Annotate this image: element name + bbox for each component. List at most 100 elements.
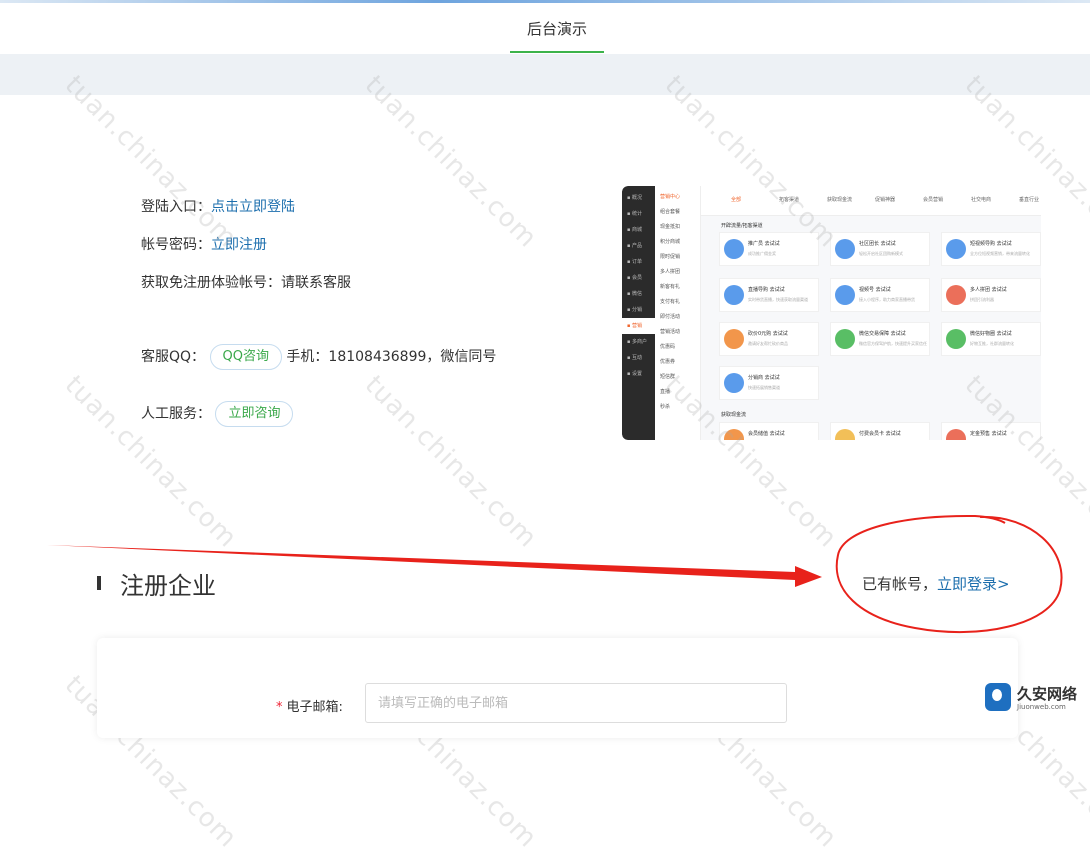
feature-icon — [835, 329, 855, 349]
preview-submenu-item: 营销活动 — [660, 329, 681, 335]
preview-tabs: 全部 拓客渠道 获取现金流 促销神器 会员营销 社交电商 垂直行业 — [701, 186, 1041, 216]
preview-tab: 全部 — [731, 197, 742, 203]
section-marker — [97, 576, 101, 590]
preview-feature-card: 会员储值 去试试 — [719, 422, 819, 440]
preview-tab: 会员营销 — [923, 197, 944, 203]
account-label: 帐号密码： — [141, 237, 211, 253]
feature-subtitle: 快速拓展销售渠道 — [748, 385, 780, 390]
login-entry-label: 登陆入口： — [141, 199, 211, 215]
feature-title: 分销商 去试试 — [748, 375, 780, 381]
preview-feature-card: 付费会员卡 去试试 — [830, 422, 930, 440]
preview-tab: 获取现金流 — [827, 197, 853, 203]
preview-sidebar-item: ▪ 微信 — [627, 291, 642, 297]
feature-icon — [946, 285, 966, 305]
preview-submenu-item: 组合套餐 — [660, 209, 681, 215]
grey-band — [0, 54, 1090, 95]
qq-label: 客服QQ： — [141, 349, 206, 365]
feature-title: 微信好物圈 去试试 — [970, 331, 1012, 337]
preview-feature-card: 直播导购 去试试 实时带货直播，快速获取流量渠道 — [719, 278, 819, 312]
feature-subtitle: 全方位短视频营销，带来流量转化 — [970, 251, 1030, 256]
manual-label: 人工服务： — [141, 406, 211, 422]
feature-subtitle: 拼团引流利器 — [970, 297, 994, 302]
preview-feature-card: 多人拼团 去试试 拼团引流利器 — [941, 278, 1041, 312]
feature-title: 定金预售 去试试 — [970, 431, 1007, 437]
preview-feature-card: 分销商 去试试 快速拓展销售渠道 — [719, 366, 819, 400]
preview-feature-card: 微信交易保障 去试试微信官方保驾护航，快速提升买家信任 — [830, 322, 930, 356]
watermark-text: tuan.chinaz.com — [358, 370, 543, 554]
feature-title: 推广员 去试试 — [748, 241, 780, 247]
preview-feature-card: 砍价0元购 去试试 邀请好友帮忙砍价商品 — [719, 322, 819, 356]
preview-submenu-item: 短信群 — [660, 374, 676, 380]
consult-now-button[interactable]: 立即咨询 — [215, 401, 294, 427]
preview-submenu-item: 直播 — [660, 389, 671, 395]
preview-sidebar-item: ▪ 统计 — [627, 211, 642, 217]
account-row: 帐号密码：立即注册 — [141, 234, 267, 254]
tab-backend-demo[interactable]: 后台演示 — [510, 3, 604, 53]
tab-bar: 后台演示 — [0, 3, 1090, 54]
site-logo: 久安网络 Jiuonweb.com — [985, 681, 1085, 717]
manual-row: 人工服务： 立即咨询 — [141, 401, 294, 427]
preview-submenu-item: 优惠码 — [660, 344, 676, 350]
section-title: 注册企业 — [120, 572, 216, 600]
feature-subtitle: 微信官方保驾护航，快速提升买家信任 — [859, 341, 927, 346]
preview-submenu-item: 积分商城 — [660, 239, 681, 245]
preview-tab: 促销神器 — [875, 197, 896, 203]
feature-title: 多人拼团 去试试 — [970, 287, 1007, 293]
logo-domain: Jiuonweb.com — [1017, 703, 1066, 711]
login-entry-row: 登陆入口：点击立即登陆 — [141, 196, 295, 216]
feature-title: 会员储值 去试试 — [748, 431, 785, 437]
preview-section-2: 获取现金流 — [721, 412, 747, 418]
feature-icon — [835, 429, 855, 440]
feature-icon — [724, 373, 744, 393]
preview-submenu-item: 优惠券 — [660, 359, 676, 365]
preview-section-1: 开辟流量/拓客渠道 — [721, 223, 763, 229]
feature-subtitle: 邀请好友帮忙砍价商品 — [748, 341, 788, 346]
feature-title: 社区团长 去试试 — [859, 241, 896, 247]
preview-submenu-item: 秒杀 — [660, 404, 671, 410]
preview-feature-card: 短视频导购 去试试全方位短视频营销，带来流量转化 — [941, 232, 1041, 266]
preview-submenu-item: 限时促销 — [660, 254, 681, 260]
watermark-text: tuan.chinaz.com — [58, 370, 243, 554]
preview-tab: 垂直行业 — [1019, 197, 1040, 203]
watermark-text: tuan.chinaz.com — [358, 70, 543, 254]
backend-preview-image[interactable]: ▪ 概况 ▪ 统计 ▪ 商城 ▪ 产品 ▪ 订单 ▪ 会员 ▪ 微信 ▪ 分销 ▪ 营销 ▪ 多商… — [622, 186, 1041, 440]
feature-subtitle: 轻松开启社区团购新模式 — [859, 251, 903, 256]
feature-title: 短视频导购 去试试 — [970, 241, 1012, 247]
feature-subtitle: 好物互推，社群流量转化 — [970, 341, 1014, 346]
register-link[interactable]: 立即注册 — [211, 237, 267, 253]
feature-icon — [724, 285, 744, 305]
preview-sidebar-item: ▪ 设置 — [627, 371, 642, 377]
preview-feature-card: 社区团长 去试试轻松开启社区团购新模式 — [830, 232, 930, 266]
preview-feature-card: 视频号 去试试 接入小程序，助力商家直播带货 — [830, 278, 930, 312]
preview-submenu-item: 现金抵扣 — [660, 224, 681, 230]
login-link[interactable]: 点击立即登陆 — [211, 199, 295, 215]
feature-icon — [946, 329, 966, 349]
feature-icon — [724, 329, 744, 349]
preview-submenu-item: 支付有礼 — [660, 299, 681, 305]
feature-subtitle: 接入小程序，助力商家直播带货 — [859, 297, 915, 302]
preview-sidebar-item: ▪ 分销 — [627, 307, 642, 313]
preview-submenu-item: 新客有礼 — [660, 284, 681, 290]
feature-icon — [835, 285, 855, 305]
email-label-text: 电子邮箱: — [286, 700, 343, 715]
login-now-link[interactable]: 立即登录> — [937, 575, 1010, 593]
feature-icon — [835, 239, 855, 259]
preview-sidebar-item: ▪ 概况 — [627, 195, 642, 201]
trial-text: 获取免注册体验帐号：请联系客服 — [141, 275, 351, 291]
feature-icon — [724, 429, 744, 440]
feature-title: 直播导购 去试试 — [748, 287, 785, 293]
preview-feature-card: 微信好物圈 去试试 好物互推，社群流量转化 — [941, 322, 1041, 356]
feature-title: 付费会员卡 去试试 — [859, 431, 901, 437]
preview-sidebar-item: ▪ 会员 — [627, 275, 642, 281]
feature-title: 微信交易保障 去试试 — [859, 331, 906, 337]
feature-subtitle: 成功推广佣金奖 — [748, 251, 776, 256]
email-field[interactable] — [365, 683, 787, 723]
have-account-text: 已有帐号， — [862, 575, 938, 593]
preview-submenu: 营销中心 组合套餐 现金抵扣 积分商城 限时促销 多人拼团 新客有礼 支付有礼 即付活动 营销活动… — [655, 186, 701, 440]
preview-feature-card: 定金预售 去试试 — [941, 422, 1041, 440]
preview-submenu-item: 多人拼团 — [660, 269, 681, 275]
preview-tab: 社交电商 — [971, 197, 992, 203]
feature-icon — [946, 429, 966, 440]
preview-submenu-item: 营销中心 — [660, 194, 681, 200]
qq-consult-button[interactable]: QQ咨询 — [209, 344, 282, 370]
